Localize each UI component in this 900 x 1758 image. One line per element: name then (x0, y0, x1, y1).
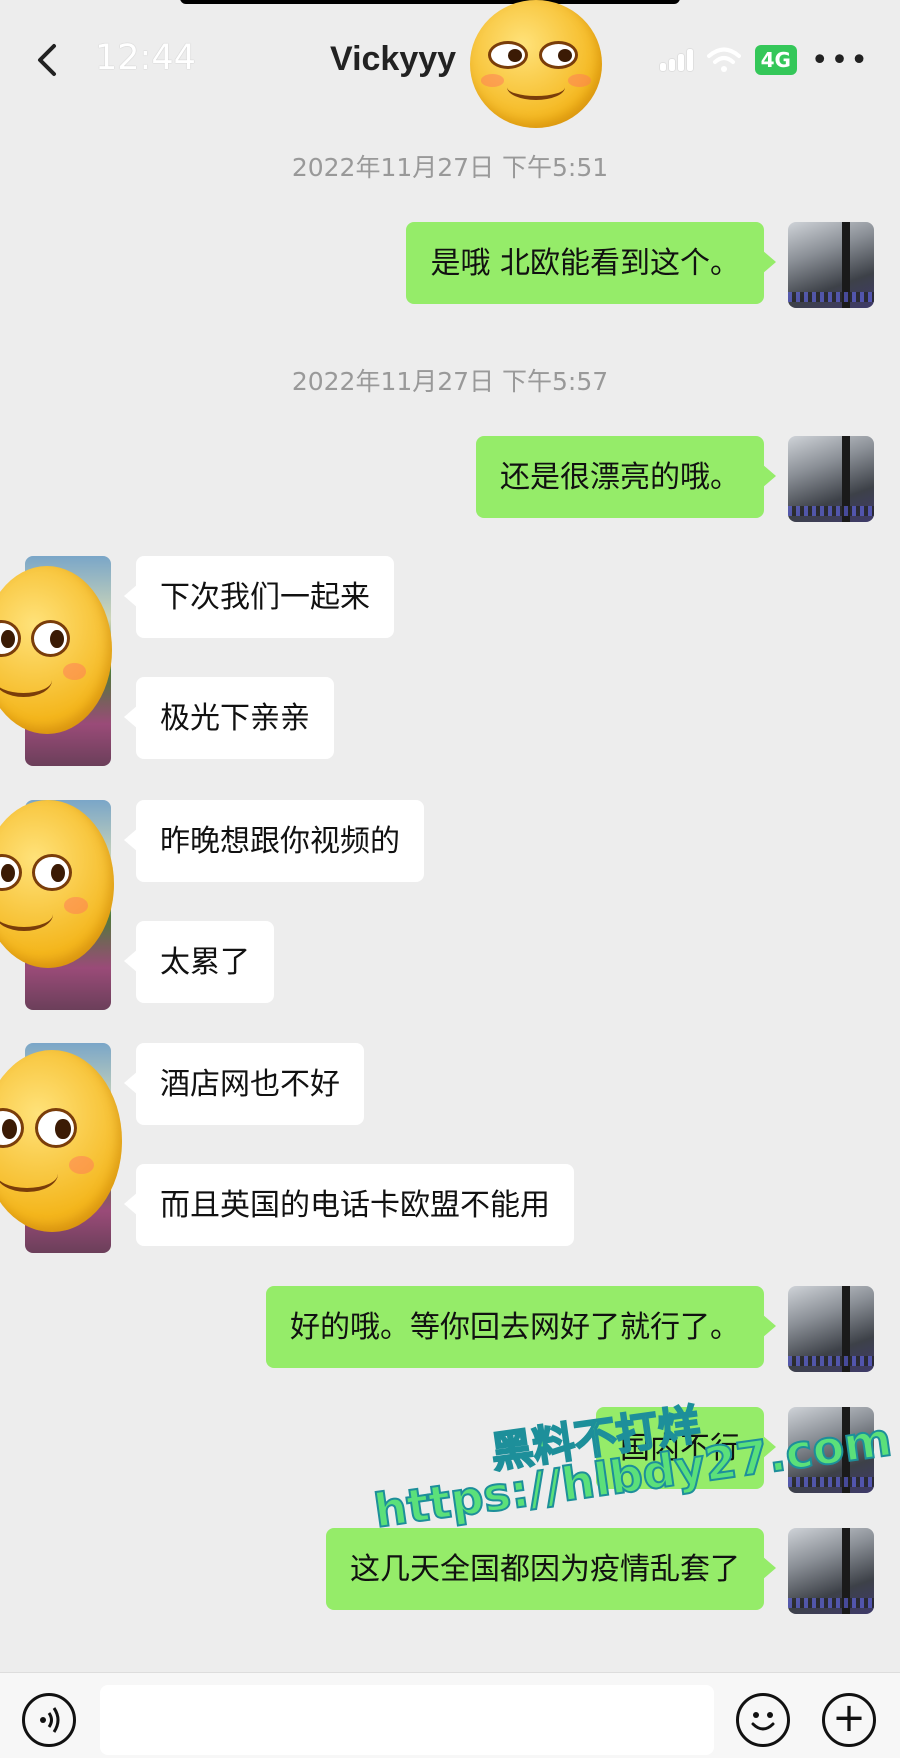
timestamp: 2022年11月27日 下午5:57 (291, 367, 609, 396)
top-bar: 12:44 Vickyyy 4G ••• (0, 0, 900, 110)
chevron-left-icon[interactable] (28, 40, 68, 80)
message-bubble-received[interactable]: 极光下亲亲 (124, 677, 334, 759)
message-bubble-received[interactable]: 太累了 (124, 921, 274, 1003)
my-avatar[interactable] (788, 222, 874, 308)
message-bubble-sent[interactable]: 好的哦。等你回去网好了就行了。 (266, 1286, 776, 1368)
input-bar: + (0, 1672, 900, 1758)
my-avatar[interactable] (788, 1286, 874, 1372)
voice-icon[interactable] (22, 1693, 76, 1747)
emoji-icon[interactable] (736, 1693, 790, 1747)
emoji-sticker (470, 0, 602, 128)
my-avatar[interactable] (788, 436, 874, 522)
message-bubble-received[interactable]: 昨晚想跟你视频的 (124, 800, 424, 882)
message-bubble-received[interactable]: 下次我们一起来 (124, 556, 394, 638)
more-dots-icon[interactable]: ••• (811, 43, 870, 78)
timestamp: 2022年11月27日 下午5:51 (291, 153, 609, 182)
message-bubble-sent[interactable]: 这几天全国都因为疫情乱套了 (326, 1528, 776, 1610)
message-bubble-sent[interactable]: 还是很漂亮的哦。 (476, 436, 776, 518)
message-bubble-received[interactable]: 酒店网也不好 (124, 1043, 364, 1125)
message-bubble-sent[interactable]: 是哦 北欧能看到这个。 (406, 222, 776, 304)
chat-title: Vickyyy (330, 40, 457, 78)
status-icons: 4G ••• (659, 40, 870, 80)
network-badge: 4G (754, 45, 797, 75)
my-avatar[interactable] (788, 1528, 874, 1614)
message-bubble-received[interactable]: 而且英国的电话卡欧盟不能用 (124, 1164, 574, 1246)
wifi-icon (706, 47, 741, 72)
status-time: 12:44 (95, 38, 196, 78)
plus-icon[interactable]: + (822, 1693, 876, 1747)
signal-icon (659, 49, 693, 71)
message-input[interactable] (100, 1685, 714, 1755)
